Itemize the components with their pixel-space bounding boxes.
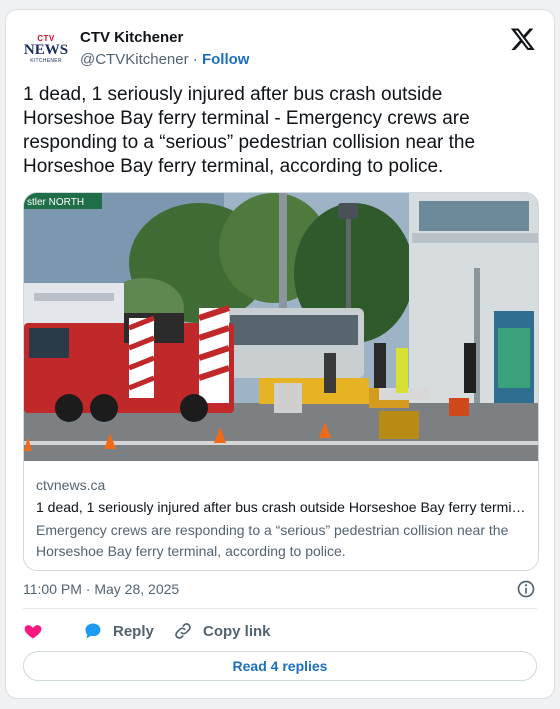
link-icon [175,623,191,639]
link-preview-card[interactable]: stler NORTH ctvnews.ca 1 dead, 1 serious… [23,192,539,571]
tweet-time: 11:00 PM [23,581,82,597]
timestamp-separator: · [85,581,91,597]
handle-separator: · [192,51,198,68]
tweet-header: CTV NEWS KITCHENER CTV Kitchener @CTVKit… [24,26,536,76]
link-description: Emergency crews are responding to a “ser… [36,522,509,559]
reply-bubble-icon [85,623,101,639]
author-handle-row: @CTVKitchener · Follow [80,51,249,68]
logo-mid-text: NEWS [23,41,69,58]
read-replies-button[interactable]: Read 4 replies [23,651,537,681]
road-sign-text: stler NORTH [27,197,84,208]
news-photo: stler NORTH [24,193,538,461]
divider [23,608,537,609]
info-icon[interactable] [516,579,536,599]
like-button[interactable] [23,619,43,643]
follow-button[interactable]: Follow [202,51,250,68]
tweet-date: May 28, 2025 [94,581,180,597]
heart-icon [24,625,42,639]
copy-link-button[interactable]: Copy link [173,619,271,643]
copy-link-label: Copy link [203,622,271,640]
author-handle[interactable]: @CTVKitchener [80,51,189,68]
reply-button[interactable]: Reply [83,619,154,643]
tweet-timestamp[interactable]: 11:00 PM · May 28, 2025 [23,581,179,597]
tweet-card: CTV NEWS KITCHENER CTV Kitchener @CTVKit… [5,9,555,699]
logo-bottom-text: KITCHENER [30,57,62,64]
reply-label: Reply [113,622,154,640]
link-domain: ctvnews.ca [36,477,106,493]
tweet-text: 1 dead, 1 seriously injured after bus cr… [23,84,476,177]
x-logo-icon[interactable] [510,26,536,52]
author-name[interactable]: CTV Kitchener [80,29,183,46]
link-title: 1 dead, 1 seriously injured after bus cr… [36,499,526,515]
action-bar: Reply Copy link [23,619,523,643]
ctv-news-logo[interactable]: CTV NEWS KITCHENER [24,28,68,70]
